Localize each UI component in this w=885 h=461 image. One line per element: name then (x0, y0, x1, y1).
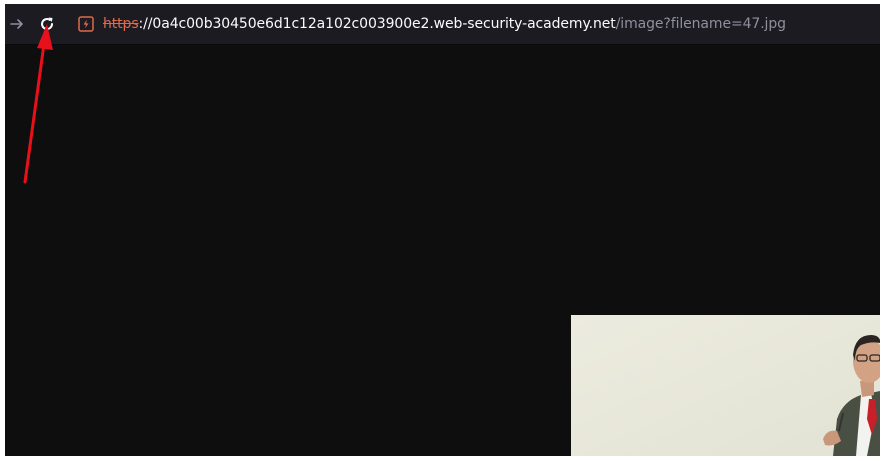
reload-button[interactable] (35, 12, 59, 36)
forward-button[interactable] (5, 12, 29, 36)
page-viewport (5, 45, 880, 456)
url-scheme: https (103, 16, 139, 32)
browser-window: https://0a4c00b30450e6d1c12a102c003900e2… (5, 4, 880, 456)
browser-toolbar: https://0a4c00b30450e6d1c12a102c003900e2… (5, 4, 880, 45)
url-host: 0a4c00b30450e6d1c12a102c003900e2.web-sec… (152, 16, 616, 32)
url-path: /image?filename=47.jpg (615, 16, 786, 32)
displayed-image (571, 315, 880, 456)
arrow-right-icon (10, 19, 23, 29)
reload-icon (41, 17, 54, 30)
insecure-connection-icon[interactable] (78, 16, 94, 32)
url-separator: :// (138, 16, 153, 32)
url-bar[interactable]: https://0a4c00b30450e6d1c12a102c003900e2… (103, 15, 786, 33)
